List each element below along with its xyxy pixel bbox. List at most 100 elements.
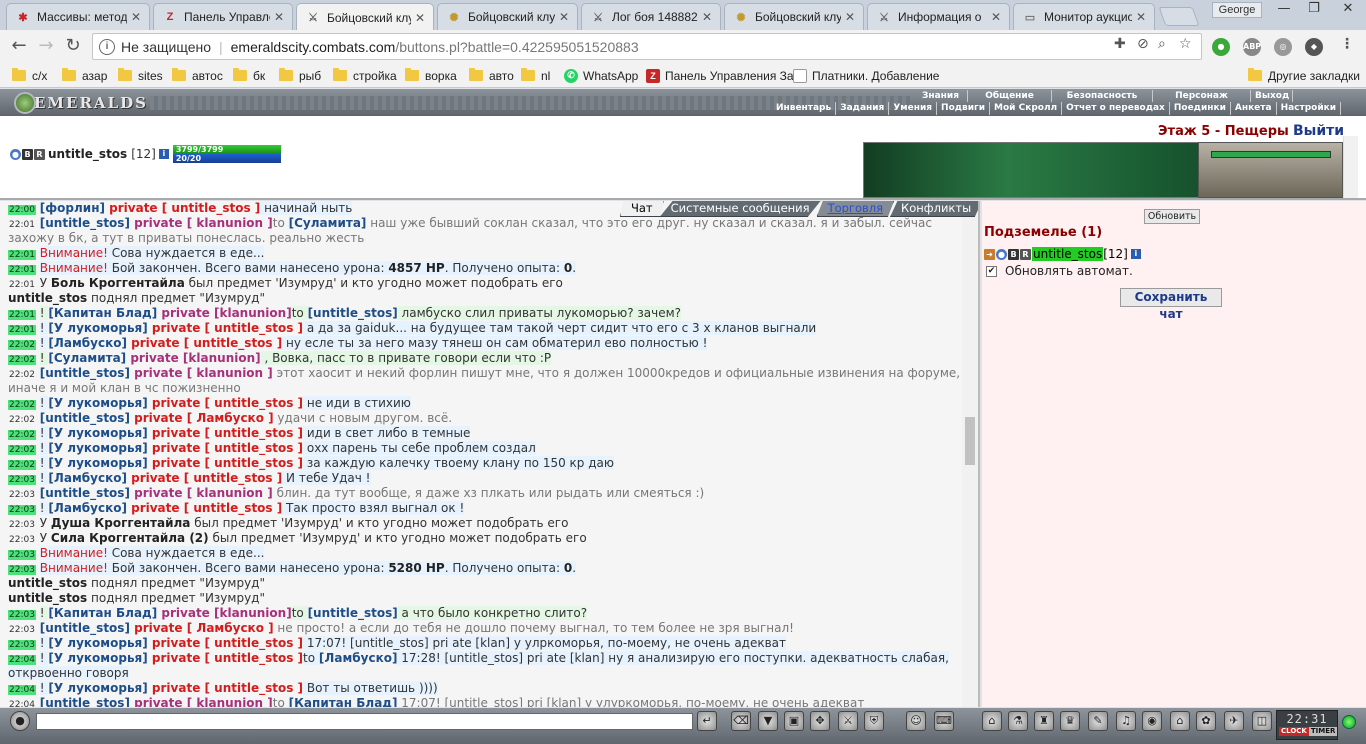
auto-refresh-option[interactable]: ✔ Обновлять автомат. <box>986 264 1133 278</box>
forward-icon[interactable]: → <box>35 36 57 58</box>
scroll-icon[interactable]: ✎ <box>1088 711 1108 731</box>
extension-swirl-icon[interactable]: ◎ <box>1274 38 1292 56</box>
chat-private-tag[interactable]: private [ klanunion ] <box>130 486 273 500</box>
extension-green-icon[interactable]: ● <box>1212 38 1230 56</box>
paw-icon[interactable]: ✿ <box>1196 711 1216 731</box>
chat-private-tag[interactable]: private [klanunion] <box>157 306 291 320</box>
chat-nick[interactable]: [форлин] <box>40 201 105 215</box>
chat-window-icon[interactable]: ◫ <box>1252 711 1272 731</box>
chat-nick[interactable]: [untitle_stos] <box>40 621 130 635</box>
minimize-icon[interactable]: — <box>1270 0 1298 20</box>
tab-close-icon[interactable]: ✕ <box>845 10 855 24</box>
close-window-icon[interactable]: ✕ <box>1334 0 1362 20</box>
house-icon[interactable]: ⌂ <box>1170 711 1190 731</box>
bookmark-star-icon[interactable]: ☆ <box>1179 36 1192 52</box>
chat-nick[interactable]: [untitle_stos] <box>40 696 130 707</box>
smile-icon[interactable]: ☺ <box>906 711 926 731</box>
chat-nick[interactable]: [Суламита] <box>289 216 367 230</box>
bookmark-item[interactable]: стройка <box>333 67 397 84</box>
chat-nick[interactable]: [untitle_stos] <box>308 606 398 620</box>
fight-icon[interactable]: ✥ <box>810 711 830 731</box>
profile-button[interactable]: George <box>1212 2 1262 18</box>
chat-nick[interactable]: [Ламбуско] <box>48 501 127 515</box>
menu-0[interactable]: Знания <box>914 90 968 102</box>
filter-icon[interactable]: ▼ <box>758 711 778 731</box>
chat-nick[interactable]: [Ламбуско] <box>48 471 127 485</box>
save-chat-button[interactable]: Сохранить чат <box>1120 288 1222 321</box>
chat-private-tag[interactable]: private [ untitle_stos ] <box>105 201 260 215</box>
menu-dots-icon[interactable]: ⋮ <box>1340 36 1354 52</box>
eraser-icon[interactable]: ⌫ <box>731 711 751 731</box>
chat-private-tag[interactable]: private [ Ламбуско ] <box>130 621 274 635</box>
bottle-icon[interactable]: ♜ <box>1034 711 1054 731</box>
chat-private-tag[interactable]: private [ untitle_stos ] <box>148 681 303 695</box>
chat-tab-2[interactable]: Торговля <box>816 201 895 217</box>
chat-private-tag[interactable]: private [ untitle_stos ] <box>148 426 303 440</box>
chat-nick[interactable]: [У лукоморья] <box>48 681 147 695</box>
bookmark-item[interactable]: автос <box>172 67 223 84</box>
chat-private-tag[interactable]: private [ klanunion ] <box>130 216 273 230</box>
bookmark-item[interactable]: азар <box>62 67 107 84</box>
chat-nick[interactable]: [Ламбуско] <box>48 336 127 350</box>
bookmark-item[interactable]: ворка <box>405 67 457 84</box>
globe-icon[interactable]: ◉ <box>1142 711 1162 731</box>
browser-tab[interactable]: ✺ Бойцовский клу ✕ <box>724 3 864 30</box>
blocked-icon[interactable]: ⊘ <box>1137 36 1149 52</box>
bookmark-item[interactable]: авто <box>469 67 514 84</box>
menu-bottom-2[interactable]: Умения <box>889 102 938 115</box>
chat-nick[interactable]: [untitle_stos] <box>40 411 130 425</box>
room-user-name[interactable]: untitle_stos <box>1032 247 1104 261</box>
browser-tab[interactable]: ✺ Бойцовский клу ✕ <box>437 3 578 30</box>
bookmark-item[interactable]: sites <box>118 67 163 84</box>
gun-icon[interactable]: ✈ <box>1224 711 1244 731</box>
menu-bottom-7[interactable]: Анкета <box>1231 102 1277 115</box>
chat-input[interactable] <box>36 713 693 730</box>
tab-close-icon[interactable]: ✕ <box>702 10 712 24</box>
chat-private-tag[interactable]: private [ klanunion ] <box>130 366 273 380</box>
browser-tab[interactable]: Z Панель Управле ✕ <box>153 3 293 30</box>
new-tab-button[interactable] <box>1158 7 1200 26</box>
maximize-icon[interactable]: ❐ <box>1300 0 1328 20</box>
player-info-icon[interactable]: i <box>158 149 169 159</box>
browser-tab[interactable]: ⚔ Лог боя 148882 ✕ <box>581 3 721 30</box>
menu-bottom-4[interactable]: Мой Скролл <box>990 102 1063 115</box>
other-bookmarks[interactable]: Другие закладки <box>1248 67 1360 84</box>
chat-private-tag[interactable]: private [ untitle_stos ] <box>127 501 282 515</box>
menu-bottom-5[interactable]: Отчет о переводах <box>1062 102 1170 115</box>
chat-mode-icon[interactable]: ● <box>10 711 30 731</box>
chat-private-tag[interactable]: private [klanunion] <box>126 351 260 365</box>
player-name[interactable]: untitle_stos <box>48 147 127 161</box>
chat-nick[interactable]: [untitle_stos] <box>40 366 130 380</box>
zoom-icon[interactable]: ⌕ <box>1158 36 1166 52</box>
tab-close-icon[interactable]: ✕ <box>415 11 425 25</box>
chat-private-tag[interactable]: private [ untitle_stos ] <box>148 441 303 455</box>
tab-close-icon[interactable]: ✕ <box>991 10 1001 24</box>
chat-nick[interactable]: [Капитан Блад] <box>48 606 157 620</box>
chat-private-tag[interactable]: private [klanunion] <box>157 606 291 620</box>
extension-puzzle-icon[interactable]: ✚ <box>1114 36 1126 52</box>
chat-nick[interactable]: [untitle_stos] <box>40 486 130 500</box>
bag-icon[interactable]: ⌂ <box>982 711 1002 731</box>
chat-nick[interactable]: [У лукоморья] <box>48 651 147 665</box>
shield-icon[interactable]: ⛨ <box>864 711 884 731</box>
clock-label[interactable]: CLOCK <box>1279 727 1309 736</box>
exit-link[interactable]: Выйти <box>1293 123 1344 139</box>
menu-bottom-3[interactable]: Подвиги <box>937 102 991 115</box>
bookmark-item[interactable]: Платники. Добавление <box>793 67 939 84</box>
auto-refresh-checkbox[interactable]: ✔ <box>986 265 997 277</box>
chat-nick[interactable]: [Капитан Блад] <box>48 306 157 320</box>
room-user-entry[interactable]: ➜ ● B R untitle_stos [12] i <box>984 247 1141 261</box>
menu-bottom-1[interactable]: Задания <box>836 102 890 115</box>
chat-private-tag[interactable]: private [ klanunion ] <box>130 696 273 707</box>
menu-3[interactable]: Персонаж <box>1153 90 1251 102</box>
chat-private-tag[interactable]: private [ untitle_stos ] <box>127 336 282 350</box>
chat-private-tag[interactable]: private [ untitle_stos ] <box>148 636 303 650</box>
save-icon[interactable]: ▣ <box>784 711 804 731</box>
bookmark-item[interactable]: рыб <box>279 67 321 84</box>
menu-bottom-0[interactable]: Инвентарь <box>772 102 837 115</box>
chat-nick[interactable]: [У лукоморья] <box>48 426 147 440</box>
menu-1[interactable]: Общение <box>968 90 1052 102</box>
tab-close-icon[interactable]: ✕ <box>131 10 141 24</box>
chat-nick[interactable]: [Суламита] <box>48 351 126 365</box>
chat-private-tag[interactable]: private [ untitle_stos ] <box>148 651 303 665</box>
